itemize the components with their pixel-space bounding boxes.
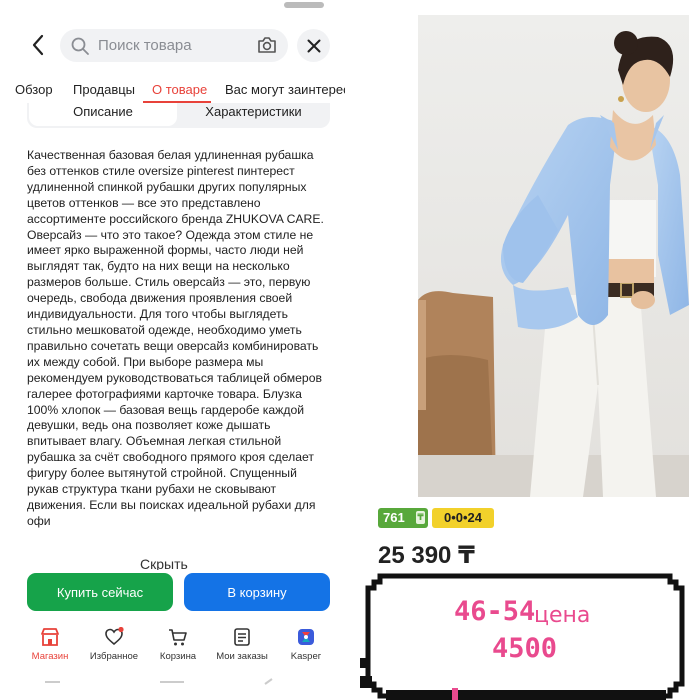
search-icon <box>71 37 89 55</box>
installment-badge-amount: 761 <box>383 510 405 525</box>
currency-tenge-icon: ₸ <box>416 511 425 524</box>
chevron-left-icon <box>32 34 44 56</box>
orders-icon <box>234 628 250 646</box>
overlay-size-range: 46-54 <box>454 596 536 627</box>
back-button[interactable] <box>26 31 50 59</box>
collapse-label: Скрыть <box>140 556 188 570</box>
heart-icon <box>105 627 124 646</box>
kaspi-icon <box>298 629 314 645</box>
tab-recommendations[interactable]: Вас могут заинтерес <box>225 82 345 97</box>
installment-term-badge: 0•0•24 <box>432 508 494 528</box>
nav-label-orders: Мои заказы <box>216 651 268 662</box>
nav-item-shop[interactable]: Магазин <box>15 620 85 670</box>
nav-item-favorites[interactable]: Избранное <box>79 620 149 670</box>
bottom-navigation: Магазин Избранное Корзина Мои заказы Kas… <box>0 620 345 670</box>
overlay-price-value: 4500 <box>492 633 558 664</box>
installment-badge: 761 ₸ <box>378 508 428 528</box>
add-to-cart-button[interactable]: В корзину <box>184 573 330 611</box>
overlay-price-word: цена <box>534 603 591 628</box>
buy-now-button[interactable]: Купить сейчас <box>27 573 173 611</box>
nav-item-orders[interactable]: Мои заказы <box>207 620 277 670</box>
nav-label-cart: Корзина <box>159 651 197 662</box>
tab-overview[interactable]: Обзор <box>15 82 53 97</box>
search-input[interactable]: Поиск товара <box>60 29 288 62</box>
nav-item-kaspi[interactable]: Kaspeг <box>271 620 341 670</box>
product-tabs: Обзор Продавцы О товаре Вас могут заинте… <box>0 80 345 104</box>
tab-sellers[interactable]: Продавцы <box>73 82 135 97</box>
product-photo[interactable] <box>418 15 689 497</box>
tab-about-product[interactable]: О товаре <box>152 82 207 97</box>
camera-search-icon[interactable] <box>256 35 278 55</box>
segmented-control: Описание Характеристики <box>27 103 330 128</box>
nav-label-kaspi: Kaspeг <box>290 651 322 662</box>
cart-icon <box>169 629 187 646</box>
product-screen: ⁻⁻ ⁻⁻ ˘ Поиск товара Обзор Продавцы О то… <box>0 0 345 700</box>
segment-description[interactable]: Описание <box>29 103 177 126</box>
system-navigation-bar <box>45 678 273 685</box>
product-price: 25 390 ₸ <box>378 542 475 569</box>
collapse-toggle[interactable]: Скрыть <box>140 556 188 570</box>
nav-label-shop: Магазин <box>31 651 69 662</box>
nav-label-favorites: Избранное <box>89 651 139 662</box>
status-icons-fragment <box>284 2 324 8</box>
status-time-fragment: ⁻⁻ ⁻⁻ ˘ <box>36 0 72 8</box>
shop-icon <box>41 628 59 646</box>
search-placeholder: Поиск товара <box>98 37 192 54</box>
close-icon <box>307 39 320 52</box>
product-description: Качественная базовая белая удлиненная ру… <box>27 148 324 528</box>
status-bar: ⁻⁻ ⁻⁻ ˘ <box>0 0 345 16</box>
segment-characteristics[interactable]: Характеристики <box>177 103 330 126</box>
product-card: 761 ₸ 0•0•24 25 390 ₸ 46-54 цена 4500 <box>350 0 700 700</box>
close-button[interactable] <box>297 29 330 62</box>
nav-item-cart[interactable]: Корзина <box>143 620 213 670</box>
